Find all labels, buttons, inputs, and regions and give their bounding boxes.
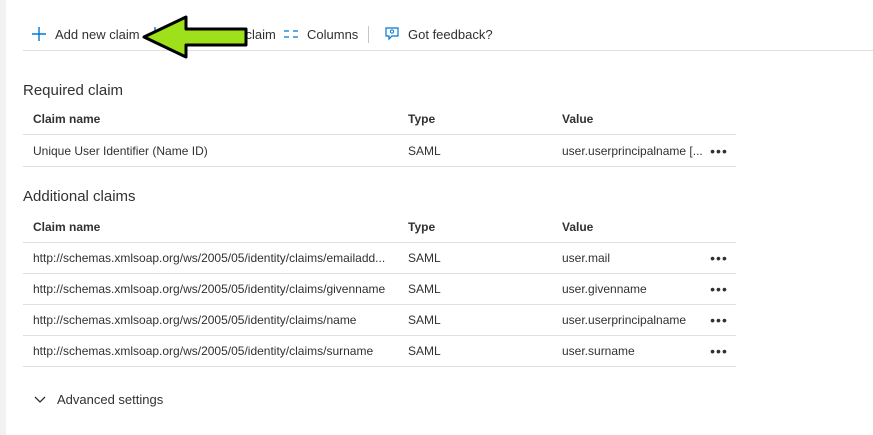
claim-name-cell: http://schemas.xmlsoap.org/ws/2005/05/id… <box>33 251 386 265</box>
add-new-claim-label: Add new claim <box>55 26 140 42</box>
claim-value-cell: user.surname <box>562 344 635 358</box>
claim-type-cell: SAML <box>408 344 441 358</box>
table-row[interactable]: http://schemas.xmlsoap.org/ws/2005/05/id… <box>23 274 736 305</box>
column-header-type[interactable]: Type <box>408 211 548 242</box>
required-claim-table: Claim name Type Value Unique User Identi… <box>23 104 736 167</box>
claim-value-cell: user.givenname <box>562 282 647 296</box>
table-header-row: Claim name Type Value <box>23 211 736 243</box>
more-options-icon[interactable]: ••• <box>707 243 731 273</box>
plus-icon <box>31 26 47 42</box>
table-row[interactable]: http://schemas.xmlsoap.org/ws/2005/05/id… <box>23 305 736 336</box>
more-options-icon[interactable]: ••• <box>707 135 731 166</box>
claim-type-cell: SAML <box>408 143 441 158</box>
table-row[interactable]: http://schemas.xmlsoap.org/ws/2005/05/id… <box>23 336 736 367</box>
column-header-value[interactable]: Value <box>562 104 702 134</box>
chevron-down-icon <box>33 392 47 406</box>
table-row[interactable]: http://schemas.xmlsoap.org/ws/2005/05/id… <box>23 243 736 274</box>
claim-type-cell: SAML <box>408 313 441 327</box>
column-header-type[interactable]: Type <box>408 104 548 134</box>
more-options-icon[interactable]: ••• <box>707 274 731 304</box>
toolbar-divider <box>368 26 369 43</box>
got-feedback-label: Got feedback? <box>408 26 493 42</box>
more-options-icon[interactable]: ••• <box>707 336 731 366</box>
got-feedback-button[interactable]: Got feedback? <box>384 18 493 50</box>
annotation-arrow-icon <box>142 15 248 59</box>
column-header-value[interactable]: Value <box>562 211 702 242</box>
claim-type-cell: SAML <box>408 251 441 265</box>
claim-name-cell: Unique User Identifier (Name ID) <box>33 143 208 158</box>
columns-button[interactable]: Columns <box>283 18 358 50</box>
claim-name-cell: http://schemas.xmlsoap.org/ws/2005/05/id… <box>33 344 374 358</box>
left-rail <box>0 0 6 435</box>
advanced-settings-label: Advanced settings <box>57 391 164 407</box>
additional-claims-title: Additional claims <box>23 188 136 205</box>
add-new-claim-button[interactable]: Add new claim <box>31 18 140 50</box>
columns-icon <box>283 26 299 42</box>
additional-claims-table: Claim name Type Value http://schemas.xml… <box>23 211 736 367</box>
required-claim-title: Required claim <box>23 82 124 99</box>
claim-value-cell: user.userprincipalname <box>562 313 687 327</box>
claim-value-cell: user.mail <box>562 251 611 265</box>
feedback-icon <box>384 26 400 42</box>
advanced-settings-toggle[interactable]: Advanced settings <box>33 388 163 410</box>
table-row[interactable]: Unique User Identifier (Name ID) SAML us… <box>23 135 736 167</box>
column-header-claim-name[interactable]: Claim name <box>33 211 400 242</box>
column-header-claim-name[interactable]: Claim name <box>33 104 400 134</box>
table-header-row: Claim name Type Value <box>23 104 736 135</box>
columns-label: Columns <box>307 26 359 42</box>
claim-type-cell: SAML <box>408 282 441 296</box>
claim-name-cell: http://schemas.xmlsoap.org/ws/2005/05/id… <box>33 313 357 327</box>
claim-name-cell: http://schemas.xmlsoap.org/ws/2005/05/id… <box>33 282 386 296</box>
more-options-icon[interactable]: ••• <box>707 305 731 335</box>
claim-value-cell: user.userprincipalname [... <box>562 143 702 158</box>
